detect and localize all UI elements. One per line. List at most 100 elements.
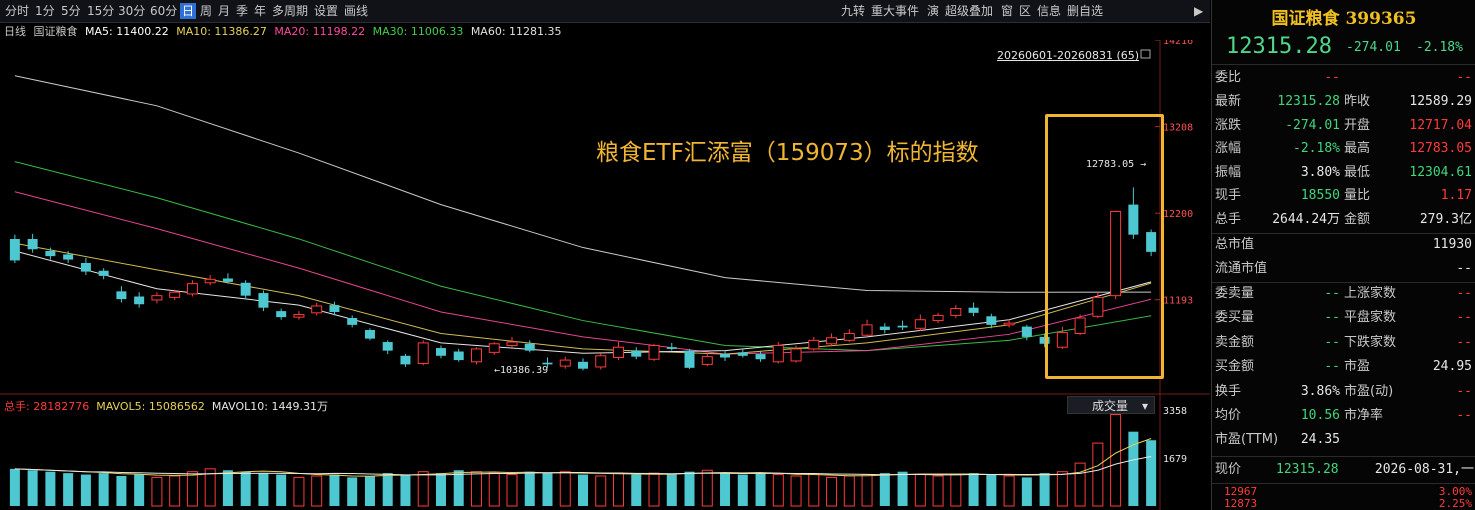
volume-bar xyxy=(329,474,340,506)
volume-bar xyxy=(914,474,926,507)
mavol10-value: MAVOL10: 1449.31万 xyxy=(211,400,328,413)
kline-chart[interactable]: 1421613208122001119312783.05 →←10386.393… xyxy=(0,40,1210,510)
volume-bar xyxy=(755,473,766,506)
quote-row: 卖金额 -- 下跌家数 -- xyxy=(1212,331,1475,355)
volume-bar xyxy=(950,474,962,507)
volume-bar xyxy=(631,474,642,506)
quote-label: 现手 xyxy=(1215,188,1242,204)
candle-body xyxy=(293,314,305,318)
toolbar-item-5[interactable]: 60分 xyxy=(148,3,179,19)
quote-value: -- xyxy=(1324,359,1340,375)
candle-body xyxy=(861,324,873,336)
toolbar-right-item-1[interactable]: 重大事件 xyxy=(869,3,921,19)
candle-body xyxy=(1021,326,1032,337)
toolbar-item-10[interactable]: 年 xyxy=(252,3,268,19)
low-marker: ←10386.39 xyxy=(494,365,548,376)
collapse-panel-icon[interactable]: ▶ xyxy=(1192,3,1205,19)
quote-value: 24.95 xyxy=(1432,359,1472,375)
toolbar-item-0[interactable]: 分时 xyxy=(3,3,31,19)
highlight-box xyxy=(1045,114,1164,379)
volume-bar xyxy=(932,475,944,507)
quote-value: 12589.29 xyxy=(1409,94,1472,109)
toolbar-item-9[interactable]: 季 xyxy=(234,3,250,19)
volume-indicator-select[interactable]: 成交量 ▾ xyxy=(1067,396,1155,414)
toolbar-right-item-6[interactable]: 信息 xyxy=(1035,3,1063,19)
quote-label: 总市值 xyxy=(1215,237,1255,252)
candle-body xyxy=(595,355,607,368)
volume-bar xyxy=(382,473,393,506)
candle-body xyxy=(453,351,464,361)
quote-row: 涨幅 -2.18% 最高 12783.05 xyxy=(1212,137,1475,161)
quote-value: 11930 xyxy=(1432,237,1472,252)
toolbar-right-item-3[interactable]: 超级叠加 xyxy=(943,3,995,19)
volume-bar xyxy=(772,474,784,507)
candle-body xyxy=(27,238,38,250)
volume-bar xyxy=(808,474,820,507)
volume-axis-label: 3358 xyxy=(1163,406,1187,417)
toolbar-item-3[interactable]: 15分 xyxy=(85,3,116,19)
zoom-icon[interactable] xyxy=(1140,49,1151,59)
candle-body xyxy=(737,352,748,356)
volume-bar xyxy=(720,473,731,506)
toolbar-item-7[interactable]: 周 xyxy=(198,3,214,19)
quote-label: 最高 xyxy=(1344,141,1371,157)
candle-body xyxy=(116,291,127,300)
quote-label: 市盈 xyxy=(1344,359,1371,375)
current-price-label: 现价 xyxy=(1215,462,1242,477)
toolbar-item-1[interactable]: 1分 xyxy=(33,3,57,19)
quote-row: 现手 18550 量比 1.17 xyxy=(1212,184,1475,208)
toolbar-right-item-7[interactable]: 删自选 xyxy=(1065,3,1105,19)
quote-value: -- xyxy=(1456,286,1472,301)
toolbar-right-item-5[interactable]: 区 xyxy=(1017,3,1033,19)
quote-value: -274.01 xyxy=(1285,117,1340,133)
ma60-value: MA60: 11281.35 xyxy=(470,25,562,38)
quote-label: 平盘家数 xyxy=(1344,310,1397,326)
toolbar-item-13[interactable]: 画线 xyxy=(342,3,370,19)
quote-value: 12315.28 xyxy=(1277,94,1340,109)
tick-pct: 2.25% xyxy=(1438,497,1472,510)
toolbar-item-12[interactable]: 设置 xyxy=(312,3,340,19)
candle-body xyxy=(488,343,500,353)
volume-bar xyxy=(648,472,660,507)
volume-bar xyxy=(1146,440,1157,506)
candle-body xyxy=(826,337,838,345)
quote-value: 24.35 xyxy=(1300,432,1340,448)
current-price-value: 12315.28 xyxy=(1276,462,1339,477)
quote-label: 市盈(TTM) xyxy=(1215,432,1279,448)
volume-bar xyxy=(684,471,695,506)
toolbar-item-6[interactable]: 日 xyxy=(180,3,197,19)
candle-body xyxy=(772,344,784,363)
candle-body xyxy=(347,317,358,325)
toolbar-right-item-0[interactable]: 九转 xyxy=(839,3,867,19)
quote-value: 2644.24万 xyxy=(1272,212,1340,227)
quote-row: 委卖量 -- 上涨家数 -- xyxy=(1212,282,1475,306)
quote-label: 总手 xyxy=(1215,212,1242,227)
candle-body xyxy=(222,278,233,282)
volume-bar xyxy=(701,469,713,507)
toolbar-item-8[interactable]: 月 xyxy=(216,3,232,19)
etf-annotation: 粮食ETF汇添富（159073）标的指数 xyxy=(596,140,979,166)
volume-bar xyxy=(542,473,553,506)
toolbar-right-item-4[interactable]: 窗 xyxy=(999,3,1015,19)
quote-value: -2.18% xyxy=(1293,141,1340,157)
candle-body xyxy=(382,342,393,351)
divider xyxy=(1212,64,1475,65)
quote-label: 开盘 xyxy=(1344,117,1371,133)
date-range-label[interactable]: 20260601-20260831 (65) xyxy=(997,49,1139,62)
quote-label: 委买量 xyxy=(1215,310,1255,326)
toolbar-item-11[interactable]: 多周期 xyxy=(270,3,310,19)
candle-body xyxy=(613,346,625,359)
ma30-value: MA30: 11006.33 xyxy=(372,25,464,38)
index-name: 国证粮食 xyxy=(33,25,78,38)
candle-body xyxy=(914,319,926,329)
volume-bar xyxy=(578,474,588,506)
toolbar-right-item-2[interactable]: 演 xyxy=(925,3,941,19)
volume-bar xyxy=(417,471,429,507)
divider xyxy=(1212,483,1475,484)
price-axis-label: 12200 xyxy=(1163,209,1193,220)
toolbar-item-2[interactable]: 5分 xyxy=(59,3,83,19)
quote-row: 总手 2644.24万 金额 279.3亿 xyxy=(1212,208,1475,232)
toolbar-item-4[interactable]: 30分 xyxy=(116,3,147,19)
quote-value: 12783.05 xyxy=(1409,141,1472,157)
quote-value: 18550 xyxy=(1300,188,1340,204)
